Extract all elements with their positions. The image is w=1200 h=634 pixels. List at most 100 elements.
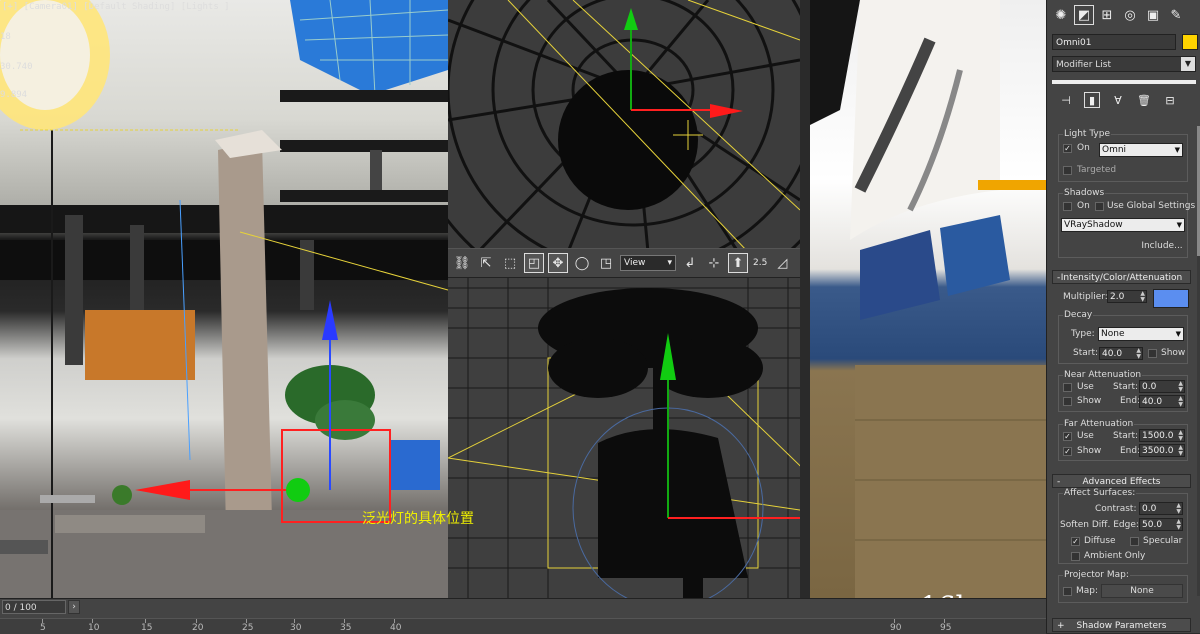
include-button[interactable]: Include... bbox=[1139, 240, 1185, 254]
frame-counter-value: 0 / 100 bbox=[5, 603, 37, 613]
pin-stack-icon[interactable]: ⊣ bbox=[1058, 92, 1074, 108]
frame-counter[interactable]: 0 / 100 bbox=[2, 600, 66, 614]
intensity-rollout-title: Intensity/Color/Attenuation bbox=[1060, 273, 1183, 283]
decay-show-checkbox[interactable] bbox=[1148, 349, 1157, 358]
pivot-icon[interactable]: ↲ bbox=[680, 253, 700, 273]
near-show-checkbox[interactable] bbox=[1063, 397, 1072, 406]
utilities-icon[interactable]: ✎ bbox=[1166, 5, 1186, 25]
light-color-swatch[interactable] bbox=[1153, 289, 1189, 308]
targeted-checkbox[interactable] bbox=[1063, 166, 1072, 175]
move-icon[interactable]: ✥ bbox=[548, 253, 568, 273]
modifier-stack[interactable] bbox=[1052, 80, 1196, 84]
intensity-rollout-header[interactable]: - Intensity/Color/Attenuation bbox=[1052, 270, 1191, 284]
main-toolbar: ⛓ ⇱ ⬚ ◰ ✥ ◯ ◳ View ▾ ↲ ⊹ ⬆ 2.5 ◿ bbox=[448, 248, 854, 278]
decay-type-dropdown[interactable]: None ▼ bbox=[1098, 327, 1184, 341]
far-show-checkbox[interactable] bbox=[1063, 447, 1072, 456]
object-name-field[interactable]: Omni01 bbox=[1052, 34, 1176, 50]
viewport-label[interactable]: [+] [Camera01] [Default Shading] [Lights… bbox=[2, 2, 230, 12]
contrast-label: Contrast: bbox=[1095, 504, 1137, 514]
near-end-spinner[interactable]: 40.0 ▲ ▼ bbox=[1139, 395, 1185, 408]
spinner-arrows-icon: ▲ ▼ bbox=[1178, 395, 1183, 408]
gizmo-y-arrow bbox=[624, 8, 638, 30]
perspective-viewport[interactable] bbox=[800, 0, 1046, 598]
keyboard-shortcut-icon[interactable]: ⬆ bbox=[728, 253, 748, 273]
front-viewport[interactable] bbox=[448, 278, 854, 598]
far-attenuation-title: Far Attenuation bbox=[1063, 419, 1135, 429]
far-use-checkbox[interactable] bbox=[1063, 432, 1072, 441]
global-settings-label: Use Global Settings bbox=[1107, 201, 1196, 211]
ambient-only-checkbox[interactable] bbox=[1071, 552, 1080, 561]
light-on-checkbox[interactable] bbox=[1063, 144, 1072, 153]
object-color-swatch[interactable] bbox=[1182, 34, 1198, 50]
angle-snap-icon[interactable]: ◿ bbox=[772, 253, 792, 273]
shadow-parameters-rollout-header[interactable]: + Shadow Parameters bbox=[1052, 618, 1191, 632]
far-show-label: Show bbox=[1077, 446, 1102, 456]
multiplier-label: Multiplier: bbox=[1063, 292, 1108, 302]
decay-show-label: Show bbox=[1161, 348, 1186, 358]
contrast-value: 0.0 bbox=[1142, 504, 1157, 514]
top-viewport[interactable] bbox=[448, 0, 800, 252]
next-frame-button[interactable]: › bbox=[68, 600, 80, 614]
stat-value-2: 30.740 bbox=[0, 62, 33, 72]
collapse-icon: - bbox=[1057, 477, 1061, 487]
near-use-checkbox[interactable] bbox=[1063, 383, 1072, 392]
diffuse-checkbox[interactable] bbox=[1071, 537, 1080, 546]
near-show-label: Show bbox=[1077, 396, 1102, 406]
reference-coordinate-select[interactable]: View ▾ bbox=[620, 255, 676, 271]
near-start-label: Start: bbox=[1113, 382, 1139, 392]
modify-icon[interactable]: ◩ bbox=[1074, 5, 1094, 25]
specular-checkbox[interactable] bbox=[1130, 537, 1139, 546]
decay-start-spinner[interactable]: 40.0 ▲ ▼ bbox=[1099, 347, 1143, 360]
skylight-glass bbox=[290, 0, 448, 95]
show-end-result-icon[interactable]: ▮ bbox=[1084, 92, 1100, 108]
rect-region-icon[interactable]: ⬚ bbox=[500, 253, 520, 273]
decay-type-value: None bbox=[1101, 329, 1125, 339]
far-end-label: End: bbox=[1120, 446, 1141, 456]
advanced-effects-title: Advanced Effects bbox=[1082, 477, 1161, 487]
spinner-arrows-icon: ▲ ▼ bbox=[1140, 290, 1145, 303]
shadow-type-dropdown[interactable]: VRayShadow ▼ bbox=[1061, 218, 1185, 232]
advanced-effects-rollout-header[interactable]: - Advanced Effects bbox=[1052, 474, 1191, 488]
select-manipulate-icon[interactable]: ⊹ bbox=[704, 253, 724, 273]
scale-icon[interactable]: ◳ bbox=[596, 253, 616, 273]
window-crossing-icon[interactable]: ◰ bbox=[524, 253, 544, 273]
shadow-parameters-title: Shadow Parameters bbox=[1076, 621, 1167, 631]
near-start-spinner[interactable]: 0.0 ▲ ▼ bbox=[1139, 380, 1185, 393]
link-icon[interactable]: ⛓ bbox=[452, 253, 472, 273]
screen-panel-2 bbox=[940, 215, 1010, 296]
ambient-only-label: Ambient Only bbox=[1084, 551, 1146, 561]
light-type-title: Light Type bbox=[1063, 129, 1111, 139]
display-icon[interactable]: ▣ bbox=[1143, 5, 1163, 25]
perspective-scene bbox=[800, 0, 1046, 598]
far-end-spinner[interactable]: 3500.0 ▲ ▼ bbox=[1139, 444, 1185, 457]
stack-buttons: ⊣ ▮ ∀ 🗑 ⊟ bbox=[1052, 90, 1200, 110]
global-settings-checkbox[interactable] bbox=[1095, 202, 1104, 211]
make-unique-icon[interactable]: ∀ bbox=[1110, 92, 1126, 108]
decay-title: Decay bbox=[1063, 310, 1094, 320]
projector-map-checkbox[interactable] bbox=[1063, 587, 1072, 596]
hierarchy-icon[interactable]: ⊞ bbox=[1097, 5, 1117, 25]
spinner-arrows-icon: ▲ ▼ bbox=[1178, 380, 1183, 393]
remove-modifier-icon[interactable]: 🗑 bbox=[1136, 92, 1152, 108]
shadows-on-checkbox[interactable] bbox=[1063, 202, 1072, 211]
select-icon[interactable]: ⇱ bbox=[476, 253, 496, 273]
far-end-value: 3500.0 bbox=[1142, 446, 1174, 456]
modifier-list-dropdown[interactable]: Modifier List ▼ bbox=[1052, 56, 1196, 72]
near-end-value: 40.0 bbox=[1142, 397, 1163, 407]
contrast-spinner[interactable]: 0.0 ▲ ▼ bbox=[1139, 502, 1183, 515]
soften-edge-spinner[interactable]: 50.0 ▲ ▼ bbox=[1139, 518, 1183, 531]
affect-surfaces-title: Affect Surfaces: bbox=[1063, 488, 1137, 498]
map-label: Map: bbox=[1076, 586, 1099, 596]
multiplier-spinner[interactable]: 2.0 ▲ ▼ bbox=[1107, 290, 1147, 303]
far-start-spinner[interactable]: 1500.0 ▲ ▼ bbox=[1139, 429, 1185, 442]
projector-map-button[interactable]: None bbox=[1101, 584, 1183, 598]
configure-sets-icon[interactable]: ⊟ bbox=[1162, 92, 1178, 108]
motion-icon[interactable]: ◎ bbox=[1120, 5, 1140, 25]
time-ruler[interactable]: 5 10 15 20 25 30 35 40 90 95 bbox=[0, 618, 1046, 634]
create-icon[interactable]: ✺ bbox=[1051, 5, 1071, 25]
light-position-caption: 泛光灯的具体位置 bbox=[362, 511, 474, 527]
rotate-icon[interactable]: ◯ bbox=[572, 253, 592, 273]
snap-icon[interactable]: 2.5 bbox=[752, 253, 768, 273]
view-select-label: View bbox=[624, 258, 646, 268]
light-type-dropdown[interactable]: Omni ▼ bbox=[1099, 143, 1183, 157]
